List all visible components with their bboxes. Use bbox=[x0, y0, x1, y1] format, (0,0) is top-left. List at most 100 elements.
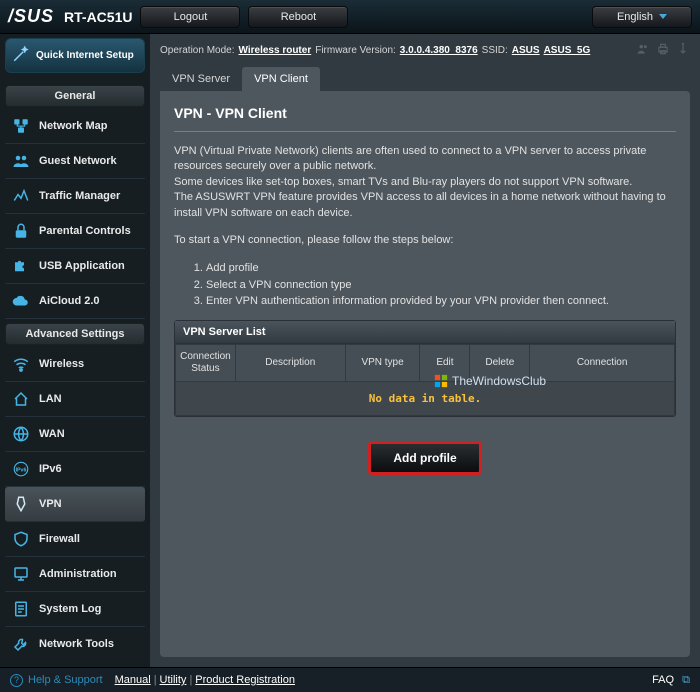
manual-link[interactable]: Manual bbox=[115, 674, 151, 686]
status-line: Operation Mode: Wireless router Firmware… bbox=[150, 34, 700, 63]
steps-list: Add profile Select a VPN connection type… bbox=[174, 260, 676, 310]
sidebar-item-wan[interactable]: WAN bbox=[5, 417, 145, 452]
sidebar-item-aicloud[interactable]: AiCloud 2.0 bbox=[5, 284, 145, 319]
sidebar-item-network-map[interactable]: Network Map bbox=[5, 109, 145, 144]
tools-icon bbox=[11, 634, 31, 654]
sidebar-item-system-log[interactable]: System Log bbox=[5, 592, 145, 627]
svg-text:IPv6: IPv6 bbox=[16, 467, 27, 473]
content-area: Operation Mode: Wireless router Firmware… bbox=[150, 34, 700, 667]
server-list-table: Connection Status Description VPN type E… bbox=[175, 344, 675, 416]
col-description: Description bbox=[235, 344, 345, 381]
sidebar-item-label: Wireless bbox=[39, 358, 84, 370]
usb-icon[interactable] bbox=[676, 42, 690, 59]
sidebar-item-wireless[interactable]: Wireless bbox=[5, 347, 145, 382]
sidebar-item-label: System Log bbox=[39, 603, 101, 615]
general-section-title: General bbox=[5, 85, 145, 107]
add-profile-button[interactable]: Add profile bbox=[368, 441, 481, 475]
panel-p4: To start a VPN connection, please follow… bbox=[174, 233, 676, 248]
faq-link[interactable]: FAQ ⧉ bbox=[652, 674, 690, 687]
wireless-icon bbox=[11, 354, 31, 374]
col-edit: Edit bbox=[420, 344, 470, 381]
step-item: Select a VPN connection type bbox=[206, 277, 676, 294]
utility-link[interactable]: Utility bbox=[160, 674, 187, 686]
sidebar-item-administration[interactable]: Administration bbox=[5, 557, 145, 592]
ipv6-icon: IPv6 bbox=[11, 459, 31, 479]
network-map-icon bbox=[11, 116, 31, 136]
footer: ? Help & Support Manual | Utility | Prod… bbox=[0, 667, 700, 692]
vpn-icon bbox=[11, 494, 31, 514]
vpn-client-panel: VPN - VPN Client VPN (Virtual Private Ne… bbox=[160, 91, 690, 657]
sidebar-item-label: IPv6 bbox=[39, 463, 62, 475]
tab-vpn-server[interactable]: VPN Server bbox=[160, 67, 242, 91]
external-link-icon: ⧉ bbox=[682, 674, 690, 687]
puzzle-icon bbox=[11, 256, 31, 276]
col-connection-status: Connection Status bbox=[176, 344, 236, 381]
printer-icon[interactable] bbox=[656, 42, 670, 59]
traffic-manager-icon bbox=[11, 186, 31, 206]
sidebar-item-network-tools[interactable]: Network Tools bbox=[5, 627, 145, 661]
guest-network-icon bbox=[11, 151, 31, 171]
reboot-button[interactable]: Reboot bbox=[248, 6, 348, 28]
wan-icon bbox=[11, 424, 31, 444]
lan-icon bbox=[11, 389, 31, 409]
brand-logo: /SUS bbox=[8, 6, 54, 27]
sidebar-item-vpn[interactable]: VPN bbox=[5, 487, 145, 522]
model-name: RT-AC51U bbox=[64, 9, 132, 25]
wand-icon bbox=[12, 45, 30, 66]
tab-vpn-client[interactable]: VPN Client bbox=[242, 67, 320, 91]
ssid-1[interactable]: ASUS bbox=[512, 45, 540, 56]
sidebar-item-label: Network Tools bbox=[39, 638, 114, 650]
language-label: English bbox=[617, 11, 653, 23]
sidebar-item-ipv6[interactable]: IPv6 IPv6 bbox=[5, 452, 145, 487]
ssid-2[interactable]: ASUS_5G bbox=[544, 45, 591, 56]
faq-label: FAQ bbox=[652, 674, 674, 686]
panel-p3: The ASUSWRT VPN feature provides VPN acc… bbox=[174, 191, 666, 218]
language-select[interactable]: English bbox=[592, 6, 692, 28]
sidebar-item-label: Firewall bbox=[39, 533, 80, 545]
quick-internet-setup-button[interactable]: Quick Internet Setup bbox=[5, 38, 145, 73]
sidebar-item-usb-application[interactable]: USB Application bbox=[5, 249, 145, 284]
product-registration-link[interactable]: Product Registration bbox=[195, 674, 295, 686]
op-mode-value[interactable]: Wireless router bbox=[239, 45, 312, 56]
vpn-server-list: VPN Server List Connection Status Descri… bbox=[174, 320, 676, 417]
sidebar-item-label: Guest Network bbox=[39, 155, 117, 167]
col-connection: Connection bbox=[530, 344, 675, 381]
step-item: Add profile bbox=[206, 260, 676, 277]
clients-icon[interactable] bbox=[636, 42, 650, 59]
qis-label: Quick Internet Setup bbox=[36, 50, 134, 62]
logout-button[interactable]: Logout bbox=[140, 6, 240, 28]
cloud-icon bbox=[11, 291, 31, 311]
sidebar-item-label: WAN bbox=[39, 428, 65, 440]
sidebar-item-guest-network[interactable]: Guest Network bbox=[5, 144, 145, 179]
fw-label: Firmware Version: bbox=[315, 45, 396, 56]
sidebar-item-label: AiCloud 2.0 bbox=[39, 295, 100, 307]
log-icon bbox=[11, 599, 31, 619]
tabs: VPN Server VPN Client bbox=[150, 63, 700, 91]
panel-title: VPN - VPN Client bbox=[174, 105, 676, 132]
sidebar-item-label: Network Map bbox=[39, 120, 107, 132]
sidebar-item-parental-controls[interactable]: Parental Controls bbox=[5, 214, 145, 249]
sidebar-item-label: Parental Controls bbox=[39, 225, 131, 237]
fw-value[interactable]: 3.0.0.4.380_8376 bbox=[400, 45, 478, 56]
chevron-down-icon bbox=[659, 14, 667, 19]
col-vpn-type: VPN type bbox=[345, 344, 420, 381]
panel-p2: Some devices like set-top boxes, smart T… bbox=[174, 176, 632, 188]
col-delete: Delete bbox=[470, 344, 530, 381]
lock-icon bbox=[11, 221, 31, 241]
sidebar-item-label: VPN bbox=[39, 498, 62, 510]
sidebar-item-lan[interactable]: LAN bbox=[5, 382, 145, 417]
sidebar: Quick Internet Setup General Network Map… bbox=[0, 34, 150, 667]
panel-p1: VPN (Virtual Private Network) clients ar… bbox=[174, 145, 646, 172]
no-data-row: No data in table. bbox=[176, 381, 675, 415]
advanced-section-title: Advanced Settings bbox=[5, 323, 145, 345]
help-support-link[interactable]: Help & Support bbox=[28, 674, 103, 686]
ssid-label: SSID: bbox=[482, 45, 508, 56]
sidebar-item-label: Administration bbox=[39, 568, 117, 580]
top-bar: /SUS RT-AC51U Logout Reboot English bbox=[0, 0, 700, 34]
server-list-title: VPN Server List bbox=[175, 321, 675, 344]
sidebar-item-traffic-manager[interactable]: Traffic Manager bbox=[5, 179, 145, 214]
sidebar-item-firewall[interactable]: Firewall bbox=[5, 522, 145, 557]
sidebar-item-label: USB Application bbox=[39, 260, 125, 272]
step-item: Enter VPN authentication information pro… bbox=[206, 293, 676, 310]
op-mode-label: Operation Mode: bbox=[160, 45, 235, 56]
